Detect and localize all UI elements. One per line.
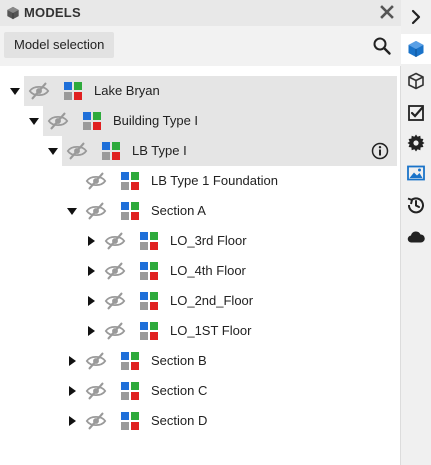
model-icon [140,262,158,280]
panel-title: MODELS [24,5,81,20]
model-selection-button[interactable]: Model selection [4,32,115,58]
model-icon [140,232,158,250]
cube-outline-icon [408,72,424,90]
tree-node-label: Section C [151,383,208,398]
caret-down-icon[interactable] [66,205,78,217]
side-rail-button[interactable] [401,98,431,128]
side-rail [401,0,431,465]
tree-node[interactable]: LO_2nd_Floor [0,286,401,316]
eye-off-icon[interactable] [85,170,107,192]
tree-node-label: LB Type 1 Foundation [151,173,278,188]
tree-node-label: Section B [151,353,207,368]
tree-node-label: LO_1ST Floor [170,323,252,338]
tree-node[interactable]: LO_3rd Floor [0,226,401,256]
close-icon[interactable] [377,2,397,22]
eye-off-icon[interactable] [85,410,107,432]
cube-icon [408,41,424,57]
side-rail-button[interactable] [401,128,431,158]
caret-right-icon[interactable] [85,325,97,337]
tree-node-label: LO_2nd_Floor [170,293,254,308]
tree-node[interactable]: Section D [0,406,401,436]
tree-node[interactable]: Section C [0,376,401,406]
tree-node-label: LO_4th Floor [170,263,246,278]
caret-down-icon[interactable] [47,145,59,157]
tree-node-label: Section D [151,413,208,428]
eye-off-icon[interactable] [85,350,107,372]
model-icon [64,82,82,100]
image-icon [407,165,425,181]
caret-right-icon[interactable] [66,385,78,397]
eye-off-icon[interactable] [66,140,88,162]
side-rail-button[interactable] [401,190,431,220]
model-icon [121,172,139,190]
side-rail-button[interactable] [401,34,431,64]
model-icon [121,352,139,370]
tree-node[interactable]: LB Type I [0,136,401,166]
checklist-icon [408,105,424,121]
info-icon[interactable] [370,141,390,161]
eye-off-icon[interactable] [85,380,107,402]
tree-node-label: Lake Bryan [94,83,160,98]
tree-node[interactable]: Section B [0,346,401,376]
tree-node[interactable]: LO_1ST Floor [0,316,401,346]
cube-icon [7,6,19,20]
eye-off-icon[interactable] [104,320,126,342]
caret-down-icon[interactable] [28,115,40,127]
tree-node[interactable]: Section A [0,196,401,226]
model-icon [121,412,139,430]
tree-node-label: LB Type I [132,143,187,158]
model-icon [140,322,158,340]
tree-node[interactable]: Lake Bryan [0,76,401,106]
side-rail-button[interactable] [401,2,431,32]
gear-icon [407,134,425,152]
tree-node[interactable]: LB Type 1 Foundation [0,166,401,196]
eye-off-icon[interactable] [104,290,126,312]
history-icon [407,197,424,214]
tree-node[interactable]: LO_4th Floor [0,256,401,286]
caret-right-icon[interactable] [85,295,97,307]
tree-node-label: Building Type I [113,113,199,128]
eye-off-icon[interactable] [85,200,107,222]
tree-node-label: Section A [151,203,206,218]
models-panel: MODELS Model selection Lake Bryan Buildin… [0,0,401,465]
caret-right-icon[interactable] [85,235,97,247]
model-icon [140,292,158,310]
eye-off-icon[interactable] [104,230,126,252]
cloud-icon [407,231,425,243]
model-icon [121,202,139,220]
model-icon [121,382,139,400]
tree-node-label: LO_3rd Floor [170,233,247,248]
tree-node[interactable]: Building Type I [0,106,401,136]
chevron-right-icon [411,9,421,25]
eye-off-icon[interactable] [28,80,50,102]
panel-toolbar: Model selection [0,26,401,66]
eye-off-icon[interactable] [104,260,126,282]
caret-right-icon[interactable] [66,355,78,367]
model-icon [102,142,120,160]
caret-right-icon[interactable] [66,415,78,427]
caret-right-icon[interactable] [85,265,97,277]
side-rail-button[interactable] [401,66,431,96]
search-icon[interactable] [372,36,392,56]
model-icon [83,112,101,130]
caret-down-icon[interactable] [9,85,21,97]
side-rail-button[interactable] [401,158,431,188]
panel-header: MODELS [0,0,401,26]
side-rail-button[interactable] [401,222,431,252]
eye-off-icon[interactable] [47,110,69,132]
